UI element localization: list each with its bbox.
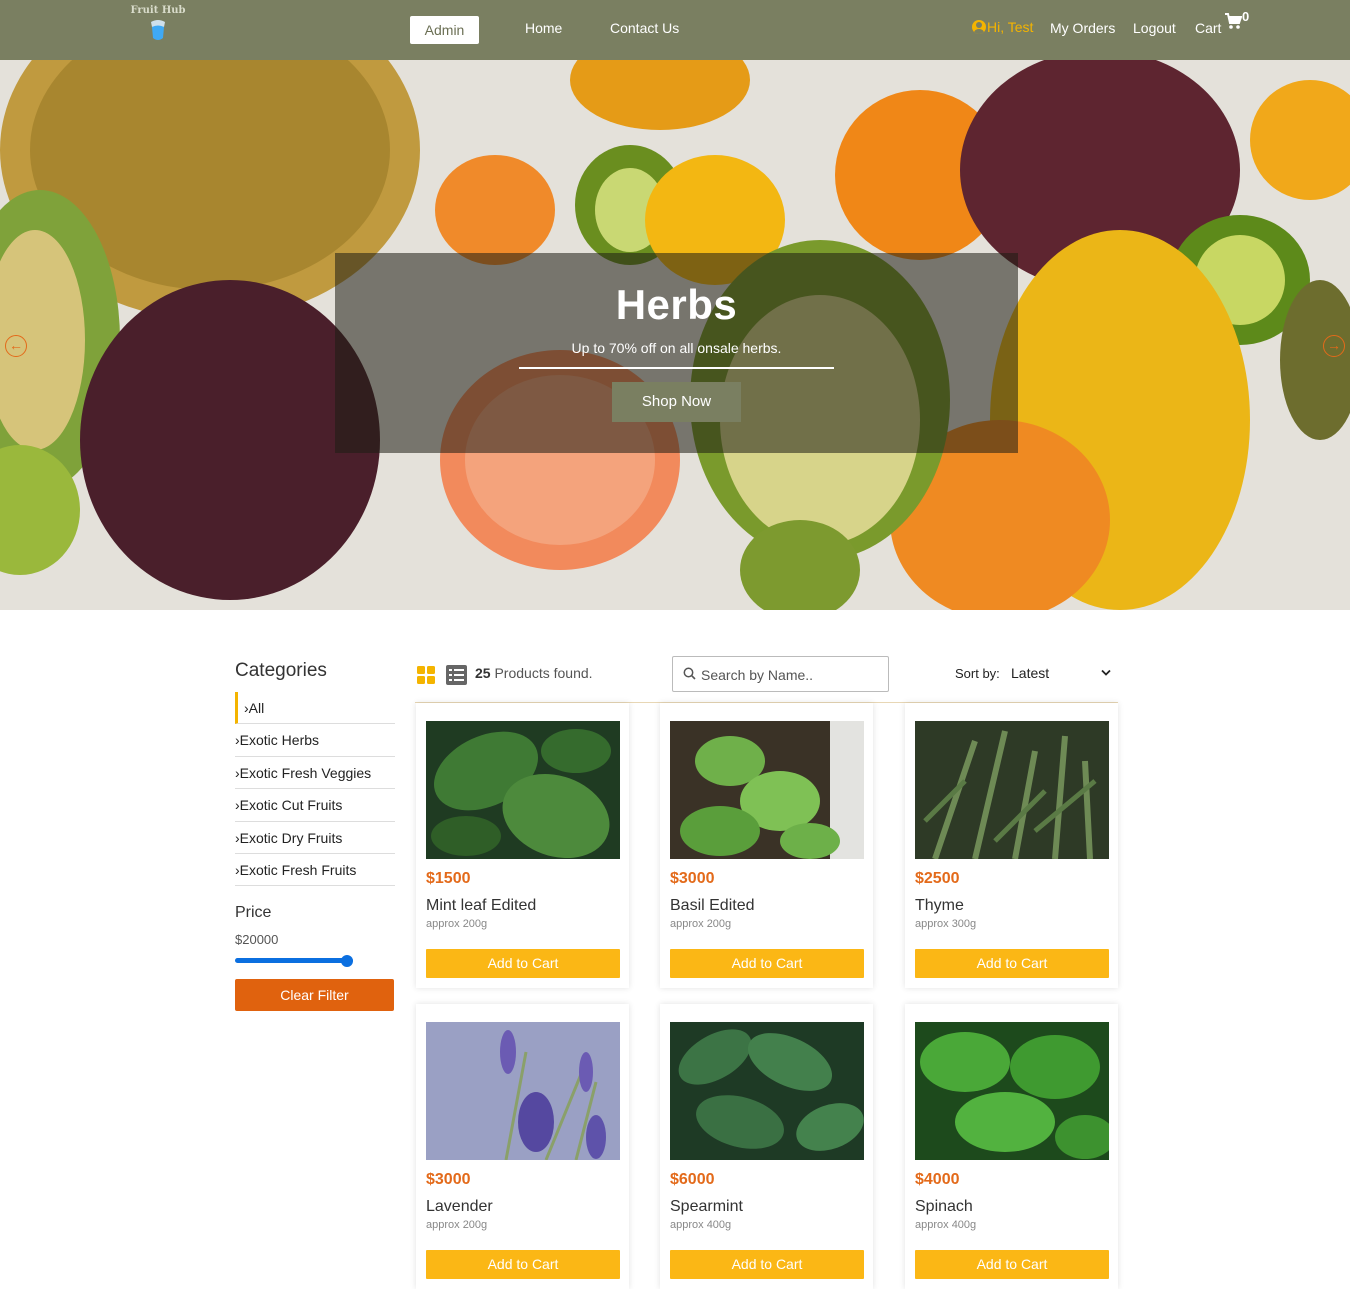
add-to-cart-button[interactable]: Add to Cart [670,1250,864,1279]
list-view-icon[interactable] [446,665,467,685]
shop-now-button[interactable]: Shop Now [612,382,741,422]
category-exotic-fresh-veggies[interactable]: ›Exotic Fresh Veggies [235,757,395,790]
cart-icon[interactable] [1224,12,1242,30]
product-weight: approx 200g [426,918,488,930]
products-found-text: 25 Products found. [475,665,593,681]
cart-count-badge: 0 [1242,9,1250,24]
add-to-cart-button[interactable]: Add to Cart [915,949,1109,978]
category-exotic-herbs[interactable]: ›Exotic Herbs [235,724,395,757]
spinach-photo[interactable] [915,1022,1109,1160]
category-exotic-fresh-fruits[interactable]: ›Exotic Fresh Fruits [235,854,395,887]
product-card: $2500 Thyme approx 300g Add to Cart [905,703,1118,988]
product-price: $2500 [915,870,960,887]
search-icon [683,667,696,680]
add-to-cart-button[interactable]: Add to Cart [670,949,864,978]
admin-button[interactable]: Admin [410,16,479,44]
category-exotic-dry-fruits[interactable]: ›Exotic Dry Fruits [235,822,395,854]
filter-sidebar: Categories ›All ›Exotic Herbs ›Exotic Fr… [235,660,395,1012]
search-input[interactable] [701,663,881,687]
product-price: $4000 [915,1171,960,1188]
price-title: Price [235,904,272,922]
products-toolbar: 25 Products found. Sort by: Latest [415,655,1118,703]
search-box[interactable] [672,656,889,692]
category-list: ›All ›Exotic Herbs ›Exotic Fresh Veggies… [235,692,395,887]
greeting-text: Hi, Test [987,19,1034,35]
price-slider[interactable] [235,955,355,968]
product-card: $6000 Spearmint approx 400g Add to Cart [660,1004,873,1289]
grid-view-icon[interactable] [417,666,435,684]
products-found-label: Products found. [494,665,593,681]
mint-leaf-photo[interactable] [426,721,620,859]
add-to-cart-button[interactable]: Add to Cart [426,1250,620,1279]
brand-logo[interactable]: Fruit Hub [128,5,188,53]
product-price: $6000 [670,1171,715,1188]
slider-track [235,958,353,964]
chevron-down-icon[interactable] [1101,669,1111,677]
clear-filter-button[interactable]: Clear Filter [235,979,394,1012]
product-card: $1500 Mint leaf Edited approx 200g Add t… [416,703,629,988]
nav-cart[interactable]: Cart [1195,20,1221,36]
nav-logout[interactable]: Logout [1133,20,1176,36]
product-price: $3000 [426,1171,471,1188]
hero-caption: Herbs Up to 70% off on all onsale herbs.… [335,253,1018,453]
product-name[interactable]: Thyme [915,897,964,915]
products-count: 25 [475,665,491,681]
hero-subtitle: Up to 70% off on all onsale herbs. [571,340,782,356]
add-to-cart-button[interactable]: Add to Cart [915,1250,1109,1279]
product-price: $3000 [670,870,715,887]
basil-photo[interactable] [670,721,864,859]
carousel-next-button[interactable]: → [1323,335,1345,357]
product-name[interactable]: Basil Edited [670,897,755,915]
categories-title: Categories [235,660,327,681]
product-weight: approx 400g [915,1219,977,1231]
logo-text: Fruit Hub [130,5,186,16]
product-name[interactable]: Spinach [915,1198,973,1216]
user-icon [972,20,986,34]
logo-icon [151,20,165,40]
sort-select[interactable]: Latest [1011,665,1049,681]
carousel-prev-button[interactable]: ← [5,335,27,357]
hero-divider [519,367,834,369]
nav-home[interactable]: Home [525,20,562,36]
user-greeting[interactable]: Hi, Test [972,19,1033,35]
hero-carousel: ← → Herbs Up to 70% off on all onsale he… [0,60,1350,610]
product-weight: approx 300g [915,918,977,930]
product-price: $1500 [426,870,471,887]
price-value: $20000 [235,932,279,948]
product-name[interactable]: Lavender [426,1198,493,1216]
category-exotic-cut-fruits[interactable]: ›Exotic Cut Fruits [235,789,395,822]
product-weight: approx 400g [670,1219,732,1231]
product-name[interactable]: Mint leaf Edited [426,897,536,915]
product-weight: approx 200g [426,1219,488,1231]
arrow-right-icon: → [1327,337,1341,353]
arrow-left-icon: ← [9,337,23,353]
product-name[interactable]: Spearmint [670,1198,743,1216]
thyme-photo[interactable] [915,721,1109,859]
navbar: Fruit Hub Admin Home Contact Us Hi, Test… [0,0,1350,60]
product-card: $3000 Basil Edited approx 200g Add to Ca… [660,703,873,988]
lavender-photo[interactable] [426,1022,620,1160]
slider-thumb[interactable] [341,955,353,968]
category-all[interactable]: ›All [235,692,395,725]
spearmint-photo[interactable] [670,1022,864,1160]
product-card: $3000 Lavender approx 200g Add to Cart [416,1004,629,1289]
add-to-cart-button[interactable]: Add to Cart [426,949,620,978]
hero-title: Herbs [615,281,738,328]
product-weight: approx 200g [670,918,732,930]
product-card: $4000 Spinach approx 400g Add to Cart [905,1004,1118,1289]
nav-my-orders[interactable]: My Orders [1050,20,1115,36]
sort-label: Sort by: [955,666,1000,681]
nav-contact-us[interactable]: Contact Us [610,20,679,36]
